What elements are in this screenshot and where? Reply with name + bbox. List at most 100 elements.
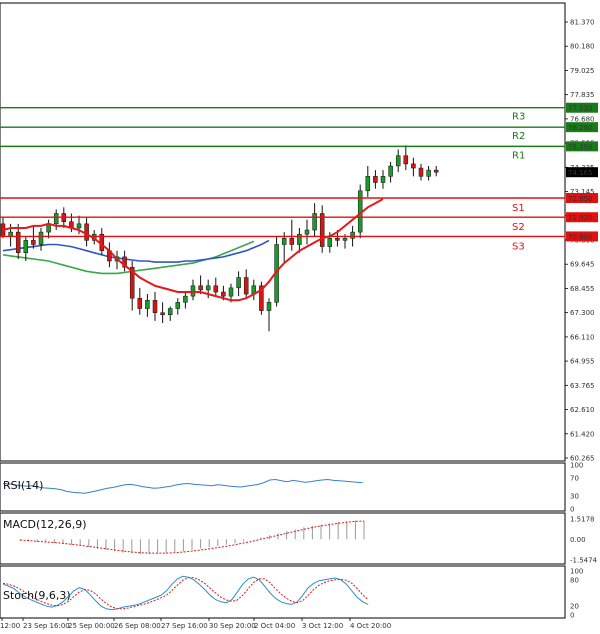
candle-bull xyxy=(327,238,333,247)
level-price-label: 75.350 xyxy=(568,143,593,151)
rsi-frame xyxy=(0,462,566,512)
y-tick-label: 62.610 xyxy=(570,406,595,414)
candle-bear xyxy=(418,167,424,177)
rsi-tick-label: 30 xyxy=(570,492,579,500)
y-tick-label: 80.180 xyxy=(570,43,595,51)
macd-label: MACD(12,26,9) xyxy=(3,518,87,531)
y-tick-label: 68.455 xyxy=(570,285,595,293)
candle-bull xyxy=(8,231,13,237)
stoch-panel: 10080 200 Stoch(9,6,3) xyxy=(0,565,583,620)
candle-bull xyxy=(388,165,393,177)
stoch-tick-label: 80 xyxy=(570,576,579,584)
chart-window: 81.37080.18079.02577.83576.68075.52574.3… xyxy=(0,0,600,634)
candle-bull xyxy=(380,176,386,183)
main-price-panel: 81.37080.18079.02577.83576.68075.52574.3… xyxy=(0,2,598,463)
level-label-s2: S2 xyxy=(512,222,525,233)
candle-bull xyxy=(76,223,82,229)
x-tick-label: 30 Sep 20:00 xyxy=(209,622,256,630)
y-tick-label: 81.370 xyxy=(570,19,595,27)
rsi-tick-label: 100 xyxy=(570,462,583,470)
rsi-label: RSI(14) xyxy=(3,479,43,492)
candle-bull xyxy=(266,302,272,311)
macd-tick-label: 0.00 xyxy=(570,536,586,544)
forex-chart: 81.37080.18079.02577.83576.68075.52574.3… xyxy=(0,2,598,630)
y-tick-label: 61.420 xyxy=(570,430,595,438)
rsi-panel: 100 70 30 0 RSI(14) xyxy=(0,462,583,514)
candle-bear xyxy=(152,300,158,313)
candle-bull xyxy=(23,240,29,254)
x-tick-label: 27 Sep 16:00 xyxy=(161,622,208,630)
candle-bear xyxy=(289,238,295,245)
candle-bear xyxy=(198,285,203,291)
level-price-label: 76.280 xyxy=(568,124,593,132)
candle-bull xyxy=(183,295,188,303)
macd-tick-label: -1.5474 xyxy=(570,557,598,565)
candle-bear xyxy=(160,312,165,315)
y-tick-label: 64.955 xyxy=(570,358,595,366)
candle-bull xyxy=(38,231,44,245)
x-tick-label: 2 Oct 04:00 xyxy=(254,622,295,630)
y-tick-label: 63.765 xyxy=(570,382,595,390)
stoch-frame xyxy=(0,565,566,619)
candle-bull xyxy=(426,169,431,177)
candle-bull xyxy=(228,287,234,297)
stoch-label: Stoch(9,6,3) xyxy=(3,589,71,602)
candle-bull xyxy=(312,213,317,231)
rsi-tick-label: 0 xyxy=(570,506,574,514)
y-tick-label: 69.645 xyxy=(570,261,595,269)
candle-bull xyxy=(365,176,371,192)
stoch-tick-label: 100 xyxy=(570,568,583,576)
current-price-label: 74.165 xyxy=(568,169,593,177)
candle-bear xyxy=(15,231,21,254)
macd-tick-label: 1.5178 xyxy=(570,516,595,524)
candle-bull xyxy=(190,285,196,297)
level-label-r2: R2 xyxy=(512,131,525,142)
y-tick-label: 67.300 xyxy=(570,309,595,317)
candle-bear xyxy=(221,291,226,297)
candle-bull xyxy=(342,238,348,241)
candle-bull xyxy=(395,155,401,167)
candle-bull xyxy=(304,229,310,235)
rsi-tick-label: 70 xyxy=(570,475,579,483)
y-tick-label: 79.025 xyxy=(570,67,595,75)
x-tick-label: 3 Oct 12:00 xyxy=(302,622,343,630)
candle-bear xyxy=(335,238,340,241)
level-label-r1: R1 xyxy=(512,150,525,161)
level-price-label: 77.220 xyxy=(568,105,593,113)
candle-bull xyxy=(350,231,355,239)
level-price-label: 71.920 xyxy=(568,214,593,222)
candle-bull xyxy=(236,277,241,289)
x-tick-label: 23 Sep 16:00 xyxy=(23,622,70,630)
candle-bear xyxy=(411,163,416,169)
candle-bear xyxy=(31,240,36,245)
candle-bull xyxy=(281,238,287,245)
stoch-tick-label: 0 xyxy=(570,612,574,620)
candle-bull xyxy=(167,308,173,315)
y-tick-label: 77.835 xyxy=(570,91,595,99)
candle-bull xyxy=(297,233,302,245)
candle-bear xyxy=(137,297,143,309)
stoch-tick-label: 20 xyxy=(570,603,579,611)
candle-bull xyxy=(145,300,150,309)
level-price-label: 72.850 xyxy=(568,195,593,203)
x-tick-label: 4 Oct 20:00 xyxy=(350,622,391,630)
candle-bear xyxy=(319,213,325,247)
level-label-r3: R3 xyxy=(512,112,525,123)
candle-bear xyxy=(403,155,409,165)
x-tick-label: 12:00 xyxy=(0,622,20,630)
time-axis: 12:00 23 Sep 16:0025 Sep 00:00 26 Sep 08:0… xyxy=(0,618,391,630)
x-tick-label: 26 Sep 08:00 xyxy=(114,622,161,630)
candle-bear xyxy=(243,277,249,295)
candle-bear xyxy=(433,169,439,173)
macd-panel: 1.5178 0.00 -1.5474 MACD(12,26,9) xyxy=(0,512,598,565)
candle-bear xyxy=(213,285,219,293)
candle-bear xyxy=(84,223,89,241)
candle-bull xyxy=(205,285,211,291)
candle-bull xyxy=(53,213,59,225)
y-tick-label: 66.110 xyxy=(570,333,595,341)
level-label-s1: S1 xyxy=(512,203,525,214)
level-price-label: 70.990 xyxy=(568,233,593,241)
level-label-s3: S3 xyxy=(512,241,525,252)
candle-bull xyxy=(175,302,181,309)
x-tick-label: 25 Sep 00:00 xyxy=(68,622,115,630)
